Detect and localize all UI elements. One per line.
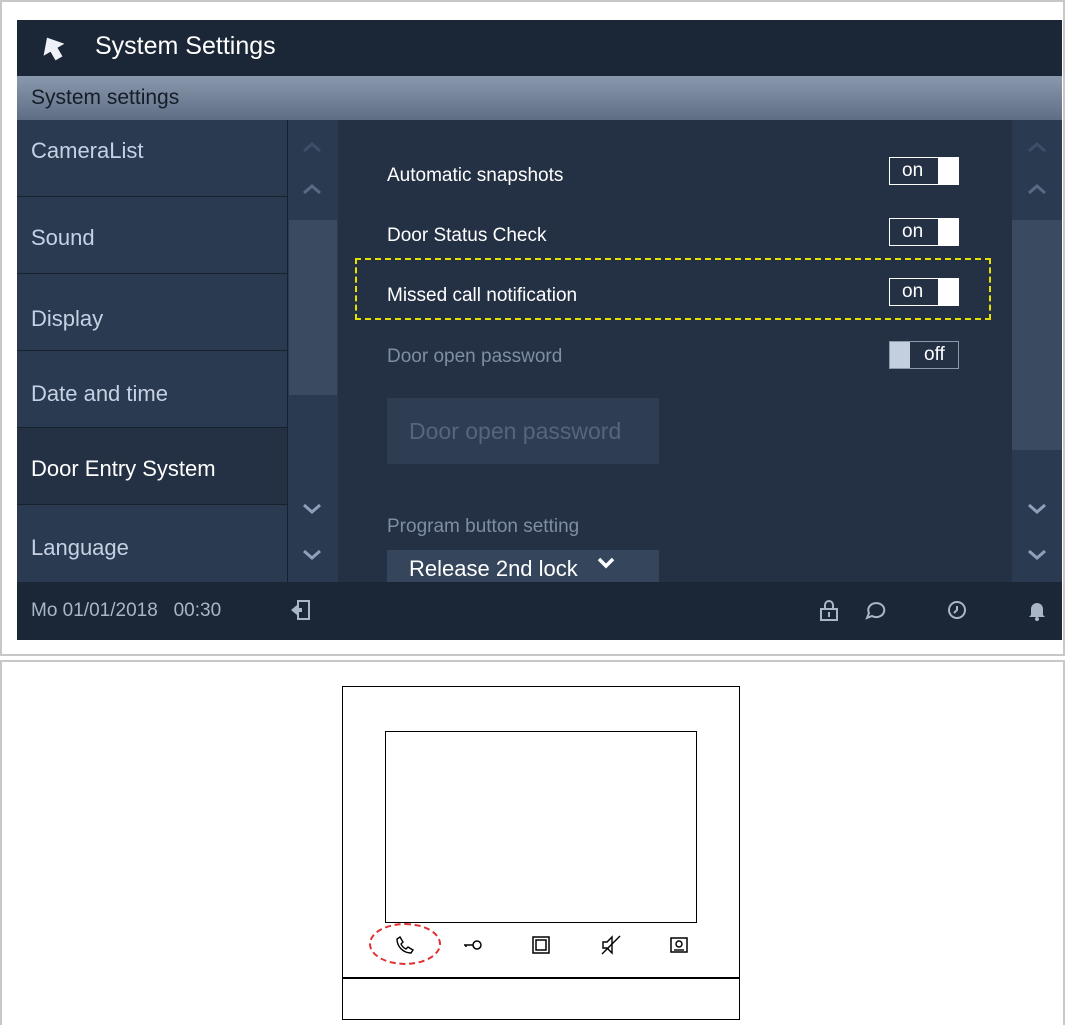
automatic-snapshots-toggle[interactable]: on [889, 157, 959, 185]
sidebar-item-label: Sound [31, 225, 95, 250]
toggle-state: on [902, 160, 924, 181]
mute-icon[interactable] [599, 933, 623, 957]
intercom-device [342, 686, 740, 1020]
status-bar: Mo 01/01/2018 00:30 [17, 582, 1062, 640]
history-icon[interactable] [945, 598, 969, 622]
sidebar-item-label: CameraList [31, 138, 144, 163]
title-bar: System Settings [17, 20, 1062, 76]
key-icon[interactable] [461, 933, 485, 957]
toggle-knob [938, 279, 958, 305]
back-arrow-icon[interactable] [39, 34, 67, 62]
door-open-password-toggle[interactable]: off [889, 341, 959, 369]
sidebar-item-label: Display [31, 306, 104, 331]
chevron-down-icon[interactable] [1027, 502, 1047, 516]
settings-scroll-thumb[interactable] [1012, 220, 1062, 450]
sidebar-item-cameralist[interactable]: CameraList [17, 120, 287, 197]
device-divider [343, 977, 739, 979]
chevron-up-icon[interactable] [1027, 140, 1047, 154]
bell-icon[interactable] [1025, 598, 1049, 622]
chevron-down-icon [597, 557, 615, 569]
door-open-password-button-label: Door open password [409, 418, 622, 444]
program-button-dropdown[interactable]: Release 2nd lock [387, 550, 659, 582]
door-status-check-toggle[interactable]: on [889, 218, 959, 246]
toggle-knob [938, 219, 958, 245]
settings-screen: System Settings System settings CameraLi… [17, 20, 1062, 640]
sidebar-item-label: Door Entry System [31, 456, 216, 481]
device-screen [385, 731, 697, 923]
sidebar-scrollbar[interactable] [287, 120, 338, 582]
sidebar-item-language[interactable]: Language [17, 505, 287, 582]
toggle-state: on [902, 281, 924, 302]
missed-call-notification-label: Missed call notification [387, 285, 578, 306]
sidebar-item-date-and-time[interactable]: Date and time [17, 351, 287, 428]
chevron-up-icon[interactable] [302, 140, 322, 154]
toggle-knob [890, 342, 910, 368]
door-open-password-label: Door open password [387, 346, 563, 367]
automatic-snapshots-label: Automatic snapshots [387, 165, 564, 186]
square-icon[interactable] [529, 933, 553, 957]
sidebar-scroll-thumb[interactable] [289, 220, 337, 395]
chevron-up-icon[interactable] [302, 182, 322, 196]
lock-icon[interactable] [817, 598, 841, 622]
sidebar-item-sound[interactable]: Sound [17, 197, 287, 274]
sidebar-item-display[interactable]: Display [17, 274, 287, 351]
phone-icon[interactable] [393, 933, 417, 957]
camera-icon[interactable] [667, 933, 691, 957]
sidebar-item-label: Language [31, 535, 129, 560]
sidebar-item-door-entry-system[interactable]: Door Entry System [17, 428, 287, 505]
chevron-down-icon[interactable] [302, 502, 322, 516]
page-title: System Settings [95, 32, 276, 60]
logout-icon[interactable] [289, 598, 313, 622]
message-icon[interactable] [863, 598, 887, 622]
toggle-state: on [902, 221, 924, 242]
section-title: System settings [31, 86, 180, 109]
program-button-value: Release 2nd lock [409, 556, 578, 581]
date-time: Mo 01/01/2018 00:30 [31, 600, 222, 621]
door-status-check-label: Door Status Check [387, 225, 547, 246]
settings-scrollbar[interactable] [1012, 120, 1062, 582]
toggle-state: off [924, 344, 945, 365]
missed-call-notification-toggle[interactable]: on [889, 278, 959, 306]
sidebar-item-label: Date and time [31, 381, 168, 406]
chevron-down-icon[interactable] [1027, 548, 1047, 562]
door-open-password-button[interactable]: Door open password [387, 398, 659, 464]
section-header: System settings [17, 76, 1062, 120]
program-button-setting-label: Program button setting [387, 516, 580, 537]
sidebar: CameraList Sound Display Date and time D… [17, 120, 287, 582]
chevron-down-icon[interactable] [302, 548, 322, 562]
toggle-knob [938, 158, 958, 184]
chevron-up-icon[interactable] [1027, 182, 1047, 196]
